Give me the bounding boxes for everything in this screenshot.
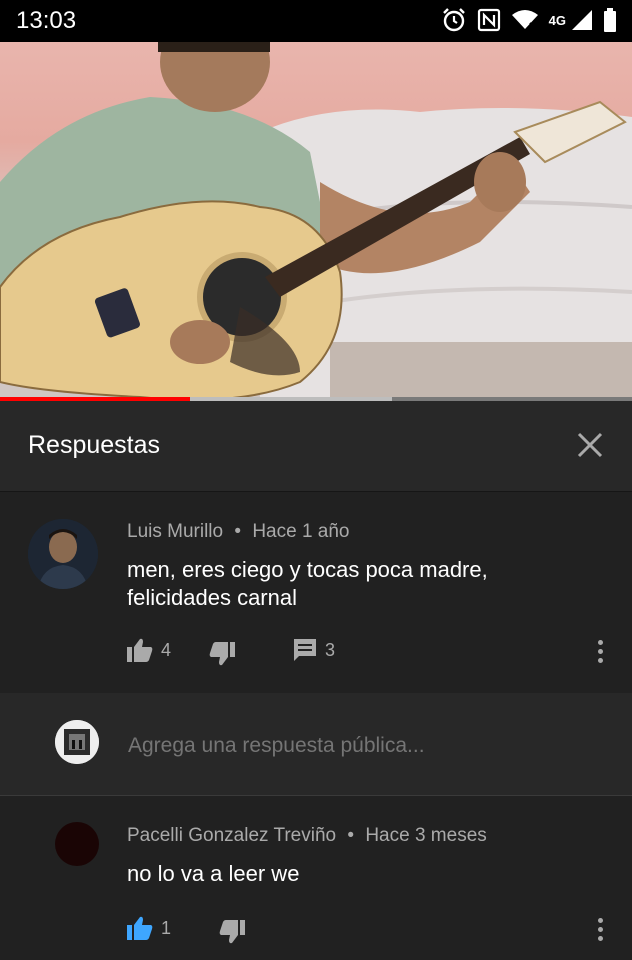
avatar xyxy=(55,720,99,764)
status-time: 13:03 xyxy=(16,7,77,34)
like-button[interactable]: 1 xyxy=(127,916,171,940)
signal-icon xyxy=(572,10,592,30)
close-button[interactable] xyxy=(574,429,606,461)
comment-meta: Pacelli Gonzalez Treviño • Hace 3 meses xyxy=(127,825,487,847)
comment-text-line: felicidades carnal xyxy=(127,585,297,610)
thumbs-down-icon xyxy=(219,920,246,944)
comment-time[interactable]: Hace 1 año xyxy=(252,521,349,542)
replies-header: Respuestas xyxy=(0,401,632,492)
like-count: 4 xyxy=(161,639,172,660)
more-vert-icon xyxy=(596,640,604,663)
dislike-button[interactable] xyxy=(209,638,236,666)
more-options-button[interactable] xyxy=(596,640,604,668)
video-frame xyxy=(0,42,632,397)
meta-separator: • xyxy=(234,521,242,542)
main-comment: Luis Murillo • Hace 1 año men, eres cieg… xyxy=(0,492,632,692)
comment-text: no lo va a leer we xyxy=(127,861,300,886)
close-icon xyxy=(577,432,603,458)
like-count: 1 xyxy=(161,917,172,938)
thumbs-down-icon xyxy=(209,642,236,666)
user-avatar-photo xyxy=(55,720,99,764)
meta-separator: • xyxy=(347,825,355,846)
avatar[interactable] xyxy=(55,822,99,866)
replies-title: Respuestas xyxy=(28,431,161,459)
comment-author[interactable]: Pacelli Gonzalez Treviño xyxy=(127,825,336,846)
comment-text: men, eres ciego y tocas poca madre, feli… xyxy=(127,556,488,612)
reply-button[interactable]: 3 xyxy=(293,638,335,662)
reply-comment: Pacelli Gonzalez Treviño • Hace 3 meses … xyxy=(0,796,632,960)
more-vert-icon xyxy=(596,918,604,941)
comment-meta: Luis Murillo • Hace 1 año xyxy=(127,521,350,543)
status-bar: 13:03 4G xyxy=(0,0,632,42)
like-button[interactable]: 4 xyxy=(127,638,171,662)
dislike-button[interactable] xyxy=(219,916,246,944)
nfc-icon xyxy=(477,8,500,32)
alarm-icon xyxy=(442,8,465,32)
comment-actions: 1 xyxy=(127,916,283,944)
video-player[interactable] xyxy=(0,42,632,397)
battery-icon xyxy=(604,8,616,32)
reply-input[interactable] xyxy=(128,731,588,761)
avatar-photo xyxy=(28,519,98,589)
comment-time[interactable]: Hace 3 meses xyxy=(365,825,486,846)
avatar[interactable] xyxy=(28,519,98,589)
comment-actions: 4 3 xyxy=(127,638,373,666)
thumbs-up-icon xyxy=(127,638,153,662)
comment-text-line: men, eres ciego y tocas poca madre, xyxy=(127,557,488,582)
more-options-button[interactable] xyxy=(596,918,604,946)
network-type: 4G xyxy=(548,12,566,28)
comment-author[interactable]: Luis Murillo xyxy=(127,521,223,542)
reply-icon xyxy=(294,639,317,661)
reply-count: 3 xyxy=(325,639,336,660)
reply-composer xyxy=(0,693,632,796)
status-icons: 4G xyxy=(441,7,616,33)
wifi-icon xyxy=(511,10,538,30)
thumbs-up-icon xyxy=(127,916,153,940)
